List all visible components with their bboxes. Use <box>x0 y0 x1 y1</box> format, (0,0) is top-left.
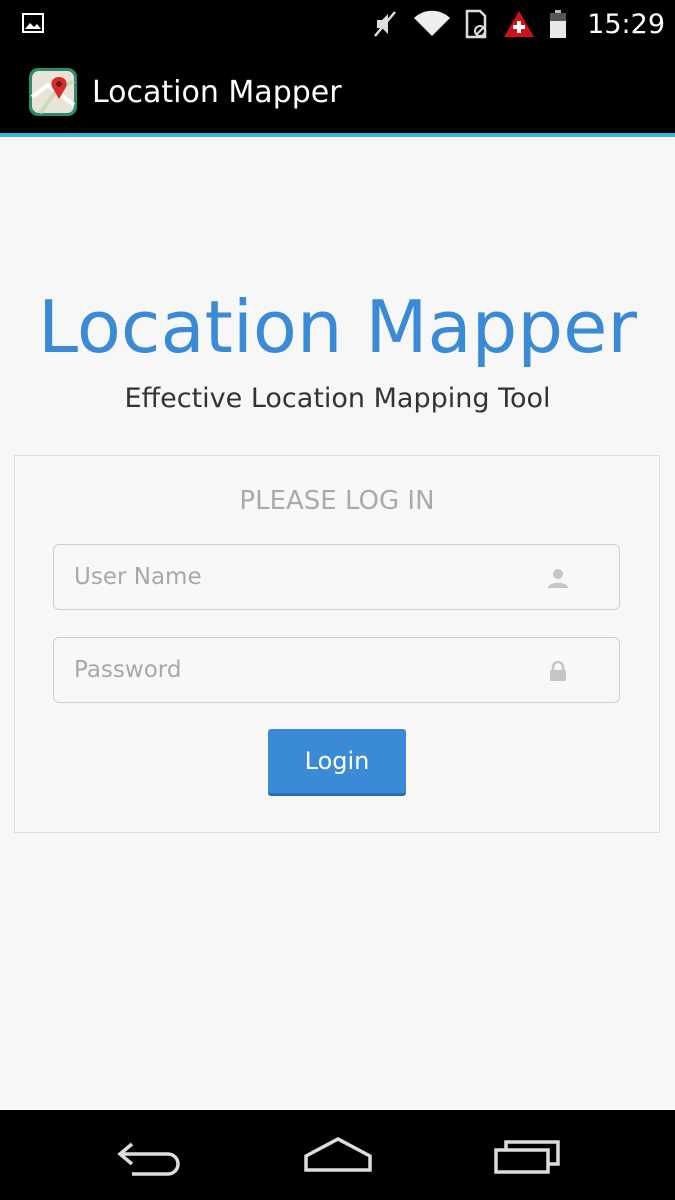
password-field[interactable] <box>53 637 620 703</box>
user-icon <box>548 569 568 588</box>
app-icon <box>29 68 77 116</box>
login-heading: PLEASE LOG IN <box>239 486 435 516</box>
home-icon[interactable] <box>298 1130 378 1180</box>
sim-icon <box>465 9 487 39</box>
password-input[interactable] <box>54 638 619 702</box>
status-time: 15:29 <box>587 8 665 40</box>
navigation-bar <box>0 1110 675 1200</box>
login-button[interactable]: Login <box>268 729 406 796</box>
screen: 15:29 Location Mapper Location Mapper Ef… <box>0 0 675 1200</box>
status-icons: 15:29 <box>371 0 665 48</box>
lock-icon <box>550 660 566 681</box>
alert-icon <box>504 11 535 37</box>
login-panel: PLEASE LOG IN Login <box>14 455 660 833</box>
username-field[interactable] <box>53 544 620 610</box>
image-notification-icon <box>22 13 44 33</box>
recents-icon[interactable] <box>488 1130 568 1180</box>
battery-icon <box>550 10 567 38</box>
mute-icon <box>374 11 397 37</box>
wifi-icon <box>414 10 451 37</box>
back-icon[interactable] <box>110 1130 190 1180</box>
action-bar: Location Mapper <box>0 48 675 134</box>
main-content: Location Mapper Effective Location Mappi… <box>0 137 675 1110</box>
status-bar: 15:29 <box>0 0 675 48</box>
app-title: Location Mapper <box>92 75 342 110</box>
hero-subtitle: Effective Location Mapping Tool <box>124 383 551 414</box>
hero-title: Location Mapper <box>38 285 637 369</box>
username-input[interactable] <box>54 545 619 609</box>
